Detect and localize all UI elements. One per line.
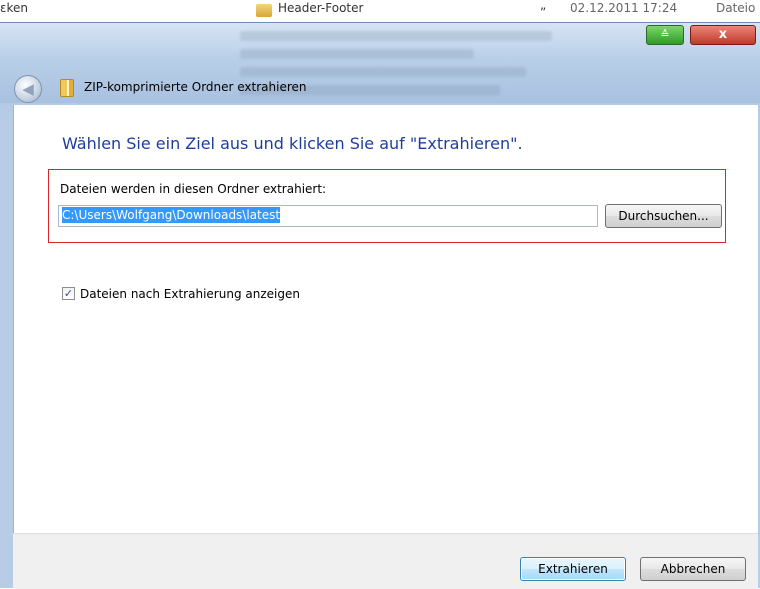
instruction-heading: Wählen Sie ein Ziel aus und klicken Sie … bbox=[62, 134, 523, 153]
zip-folder-icon bbox=[60, 79, 74, 97]
bg-quote-mark: „ bbox=[540, 0, 547, 12]
extract-button[interactable]: Extrahieren bbox=[520, 557, 626, 581]
bg-left-fragment: ɛken bbox=[0, 1, 28, 15]
bg-type-fragment: Dateio bbox=[716, 1, 756, 15]
cancel-button[interactable]: Abbrechen bbox=[640, 557, 746, 581]
back-arrow-icon: ◀ bbox=[22, 80, 34, 98]
show-files-checkbox[interactable]: ✓ bbox=[62, 287, 75, 300]
destination-label: Dateien werden in diesen Ordner extrahie… bbox=[60, 182, 327, 196]
bg-folder-name: Header-Footer bbox=[278, 1, 364, 15]
checkmark-icon: ✓ bbox=[63, 287, 74, 300]
background-explorer-strip: ɛken Header-Footer „ 02.12.2011 17:24 Da… bbox=[0, 0, 760, 22]
browse-button[interactable]: Durchsuchen... bbox=[605, 204, 722, 228]
back-button[interactable]: ◀ bbox=[14, 75, 42, 103]
window-title: ZIP-komprimierte Ordner extrahieren bbox=[84, 80, 307, 94]
destination-path-input[interactable]: C:\Users\Wolfgang\Downloads\latest bbox=[58, 205, 598, 227]
window-chrome: ≙ x ◀ ZIP-komprimierte Ordner extrahiere… bbox=[0, 23, 760, 103]
content-panel: Wählen Sie ein Ziel aus und klicken Sie … bbox=[13, 105, 758, 533]
close-button[interactable]: x bbox=[690, 25, 756, 45]
selected-path-text: C:\Users\Wolfgang\Downloads\latest bbox=[62, 207, 281, 223]
extract-dialog: ≙ x ◀ ZIP-komprimierte Ordner extrahiere… bbox=[0, 22, 760, 589]
dialog-footer: Extrahieren Abbrechen bbox=[13, 533, 758, 589]
bg-date: 02.12.2011 17:24 bbox=[570, 1, 678, 15]
bg-folder-icon bbox=[256, 4, 272, 17]
show-files-label[interactable]: Dateien nach Extrahierung anzeigen bbox=[80, 287, 300, 301]
minimize-button[interactable]: ≙ bbox=[646, 25, 684, 45]
